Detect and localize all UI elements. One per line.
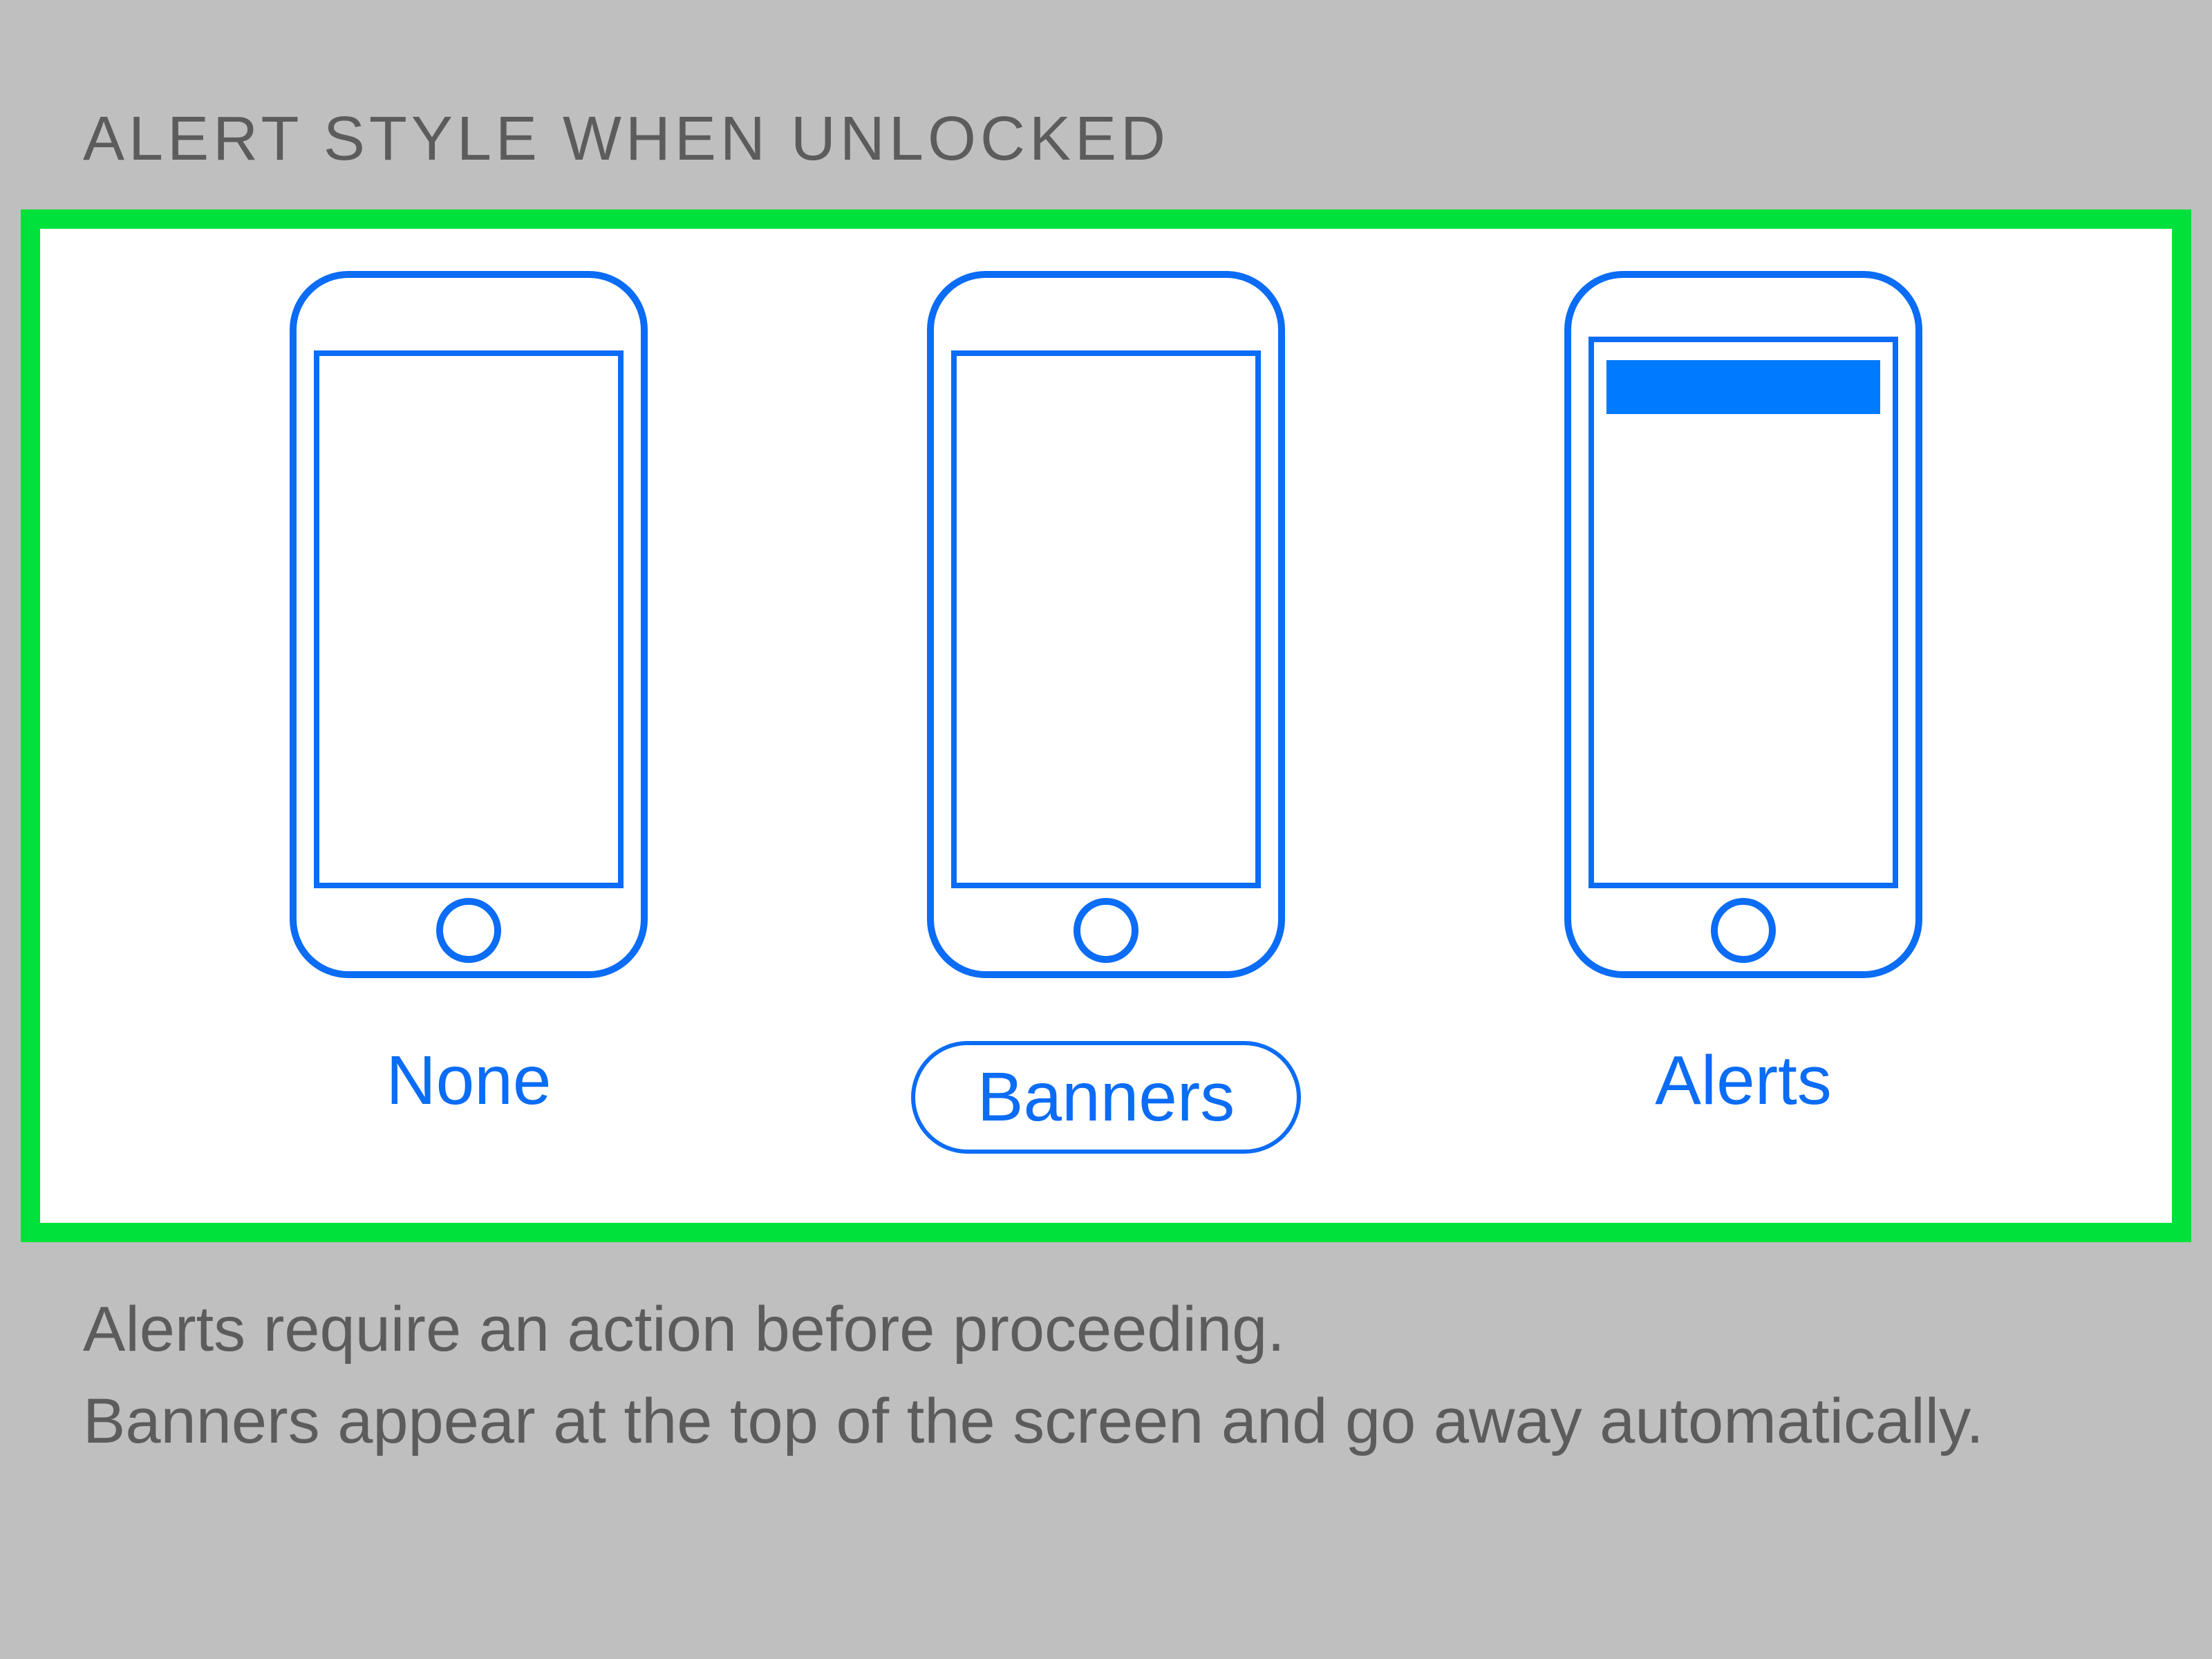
footer-line-2: Banners appear at the top of the screen … xyxy=(83,1376,2129,1468)
alert-style-option-none[interactable]: None xyxy=(275,270,662,1121)
alert-style-panel: None Banners Alerts xyxy=(21,209,2191,1242)
alert-style-option-banners[interactable]: Banners xyxy=(912,270,1300,1154)
phone-none-icon xyxy=(289,270,648,979)
phone-alerts-icon xyxy=(1564,270,1923,979)
alert-style-label-banners: Banners xyxy=(911,1041,1301,1154)
phone-banners-icon xyxy=(926,270,1286,979)
alert-style-label-alerts: Alerts xyxy=(1655,1041,1832,1121)
alert-style-label-none: None xyxy=(386,1041,551,1121)
alert-style-option-alerts[interactable]: Alerts xyxy=(1550,270,1937,1121)
section-footer: Alerts require an action before proceedi… xyxy=(0,1242,2212,1468)
section-header: ALERT STYLE WHEN UNLOCKED xyxy=(0,0,2212,209)
alert-banner-bar-icon xyxy=(1606,360,1880,414)
footer-line-1: Alerts require an action before proceedi… xyxy=(83,1284,2129,1376)
alert-style-options-row: None Banners Alerts xyxy=(95,270,2117,1154)
